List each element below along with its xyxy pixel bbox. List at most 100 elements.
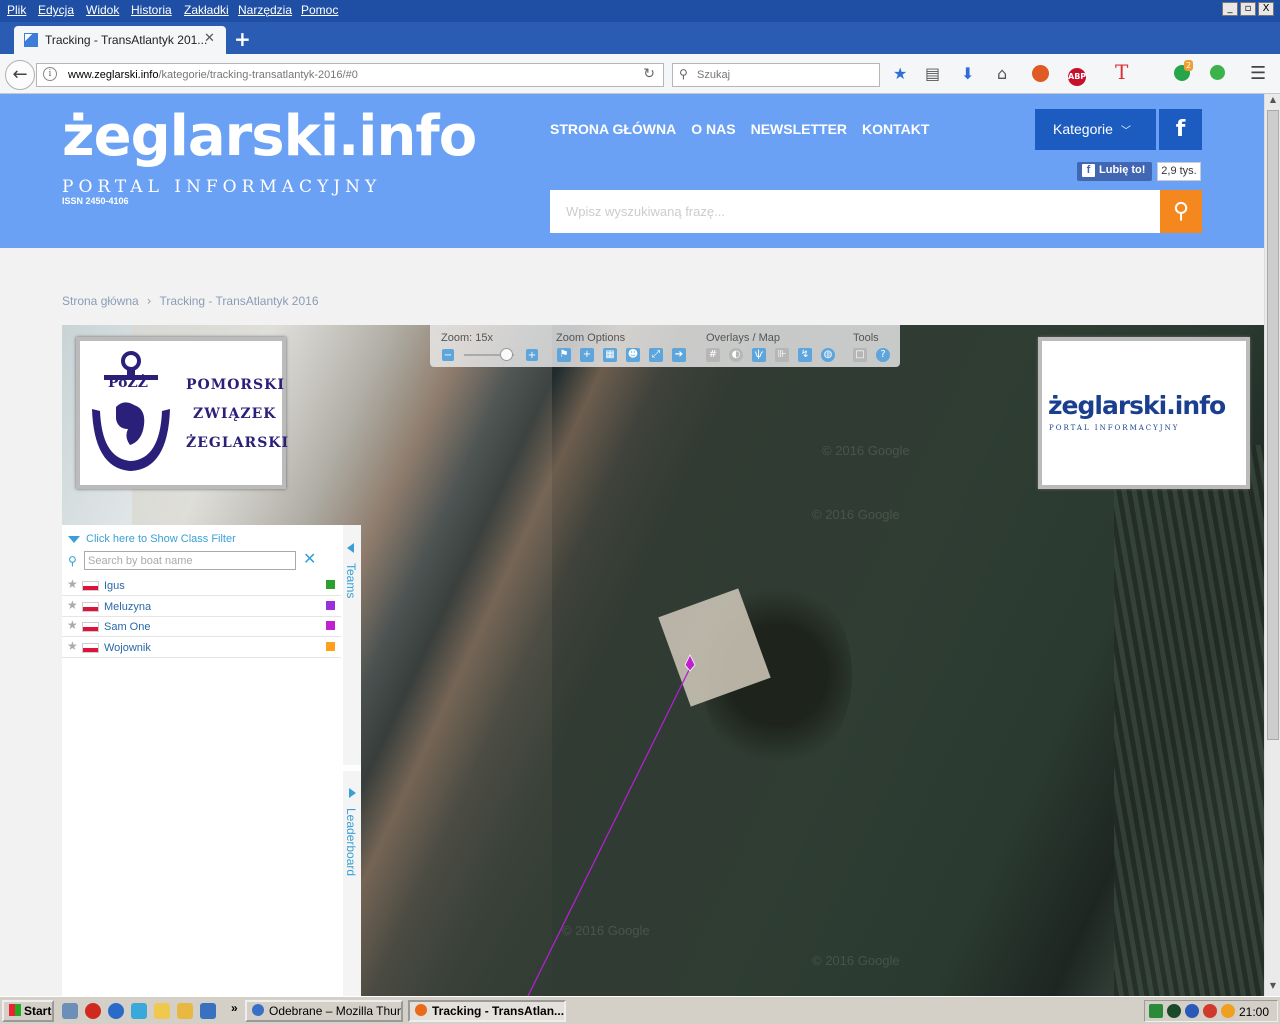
minimize-button[interactable]: _ [1222, 2, 1238, 16]
favorite-star-icon[interactable]: ★ [67, 577, 78, 591]
boat-name[interactable]: Sam One [104, 621, 150, 633]
boat-name[interactable]: Igus [104, 580, 125, 592]
start-button[interactable]: Start [2, 1000, 54, 1022]
menu-tools[interactable]: Narzędzia [238, 3, 292, 17]
boat-name[interactable]: Meluzyna [104, 601, 151, 613]
check-icon[interactable] [1210, 65, 1225, 80]
zoom-in-button[interactable]: + [526, 349, 538, 361]
folder-icon[interactable] [154, 1003, 170, 1019]
sail-favicon-icon [24, 33, 38, 47]
zoom-slider-handle[interactable] [500, 348, 513, 361]
favorite-star-icon[interactable]: ★ [67, 618, 78, 632]
taskbar-more[interactable]: » [231, 1001, 238, 1015]
boat-search-input[interactable] [84, 551, 296, 570]
site-search-input[interactable]: Wpisz wyszukiwaną frazę... [550, 190, 1160, 233]
tool-checkbox[interactable]: □ [853, 348, 867, 362]
site-search-button[interactable]: ⚲ [1160, 190, 1202, 233]
close-window-button[interactable]: X [1258, 2, 1274, 16]
clear-search-icon[interactable]: ✕ [303, 549, 316, 568]
nav-contact[interactable]: KONTAKT [862, 121, 929, 137]
boat-row[interactable]: ★ Igus [62, 575, 341, 596]
nav-about[interactable]: O NAS [691, 121, 735, 137]
app-4-icon[interactable] [200, 1003, 216, 1019]
boat-name[interactable]: Wojownik [104, 642, 151, 654]
boat-row[interactable]: ★ Sam One [62, 616, 341, 637]
site-logo[interactable]: żeglarski.info [62, 104, 477, 169]
restore-button[interactable]: ▫ [1240, 2, 1256, 16]
favorite-star-icon[interactable]: ★ [67, 598, 78, 612]
task-thunderbird[interactable]: Odebrane – Mozilla Thun... [245, 1000, 403, 1022]
overlays-map-label: Overlays / Map [706, 332, 780, 344]
globe-icon[interactable]: ◍ [821, 348, 835, 362]
app-quicklaunch-icon[interactable] [131, 1003, 147, 1019]
update-icon[interactable] [1221, 1004, 1235, 1018]
hamburger-menu-icon[interactable]: ☰ [1250, 65, 1266, 83]
security-icon[interactable] [1185, 1004, 1199, 1018]
fb-like-button[interactable]: f Lubię to! [1077, 162, 1152, 181]
boat-marker-icon[interactable] [684, 654, 696, 672]
facebook-button[interactable]: f [1159, 109, 1202, 150]
favorite-star-icon[interactable]: ★ [67, 639, 78, 653]
leaderboard-tab[interactable]: Leaderboard [343, 771, 361, 996]
zoom-to-fit-icon[interactable]: + [580, 348, 594, 362]
tracking-map[interactable]: © 2016 Google © 2016 Google © 2016 Googl… [62, 325, 1264, 996]
network-icon[interactable] [1149, 1004, 1163, 1018]
menu-help[interactable]: Pomoc [301, 3, 338, 17]
bookmark-star-icon[interactable]: ★ [893, 65, 907, 83]
wind-overlay-icon[interactable]: ѱ [752, 348, 766, 362]
browser-search-box[interactable]: ⚲ Szukaj [672, 63, 880, 87]
menu-view[interactable]: Widok [86, 3, 119, 17]
sponsor-zeglarski-logo[interactable]: żeglarski.info PORTAL INFORMACYJNY [1038, 337, 1250, 489]
browser-quicklaunch-icon[interactable] [108, 1003, 124, 1019]
menu-history[interactable]: Historia [131, 3, 172, 17]
zoom-out-button[interactable]: − [442, 349, 454, 361]
reload-icon[interactable]: ↻ [643, 66, 655, 82]
folder-icon[interactable] [177, 1003, 193, 1019]
nav-home[interactable]: STRONA GŁÓWNA [550, 121, 676, 137]
new-tab-button[interactable]: + [234, 27, 251, 51]
categories-button[interactable]: Kategorie ﹀ [1035, 109, 1156, 150]
back-button[interactable]: ← [5, 60, 35, 90]
nav-newsletter[interactable]: NEWSLETTER [751, 121, 847, 137]
translate-t-icon[interactable]: T [1115, 62, 1128, 82]
tools-label: Tools [853, 332, 879, 344]
flag-icon[interactable]: ⚑ [557, 348, 571, 362]
track-overlay-icon[interactable]: ↯ [798, 348, 812, 362]
boat-row[interactable]: ★ Wojownik [62, 637, 341, 658]
follow-boat-icon[interactable]: ➔ [672, 348, 686, 362]
zoom-fleet-icon[interactable]: ☻ [626, 348, 640, 362]
breadcrumb-home[interactable]: Strona główna [62, 294, 139, 308]
menu-bookmarks[interactable]: Zakładki [184, 3, 229, 17]
teams-tab[interactable]: Teams [343, 525, 361, 765]
class-filter-toggle[interactable]: Click here to Show Class Filter [68, 533, 236, 545]
measure-icon[interactable]: ⊪ [775, 348, 789, 362]
scrollbar-thumb[interactable] [1267, 110, 1279, 740]
zoom-region-icon[interactable]: ▦ [603, 348, 617, 362]
page-scrollbar[interactable]: ▲ ▼ [1264, 94, 1280, 996]
duckduckgo-icon[interactable] [1032, 65, 1049, 82]
bookmarks-list-icon[interactable]: ▤ [925, 65, 940, 83]
contrast-icon[interactable]: ◐ [729, 348, 743, 362]
grid-overlay-icon[interactable]: # [706, 348, 720, 362]
info-icon[interactable]: i [43, 67, 57, 81]
downloads-icon[interactable]: ⬇ [961, 65, 974, 83]
sync-icon[interactable] [1203, 1004, 1217, 1018]
menu-edit[interactable]: Edycja [38, 3, 74, 17]
adblock-plus-icon[interactable]: ABP [1068, 68, 1086, 86]
home-icon[interactable]: ⌂ [997, 65, 1007, 83]
task-firefox[interactable]: Tracking - TransAtlan... [408, 1000, 566, 1022]
tab-tracking[interactable]: Tracking - TransAtlantyk 201... ✕ [14, 26, 226, 54]
scroll-up-arrow-icon[interactable]: ▲ [1267, 95, 1279, 109]
sponsor-pozz-logo[interactable]: PoZŻ POMORSKI ZWIĄZEK ŻEGLARSKI [76, 337, 288, 489]
scroll-down-arrow-icon[interactable]: ▼ [1267, 981, 1279, 995]
vpn-icon[interactable] [1167, 1004, 1181, 1018]
help-icon[interactable]: ? [876, 348, 890, 362]
fullscreen-icon[interactable]: ⤢ [649, 348, 663, 362]
bug-app-icon[interactable] [85, 1003, 101, 1019]
close-tab-icon[interactable]: ✕ [204, 31, 215, 46]
boat-row[interactable]: ★ Meluzyna [62, 596, 341, 617]
url-bar[interactable]: i www.zeglarski.info/kategorie/tracking-… [36, 63, 664, 87]
show-desktop-icon[interactable] [62, 1003, 78, 1019]
breadcrumb-current[interactable]: Tracking - TransAtlantyk 2016 [160, 294, 319, 308]
menu-file[interactable]: Plik [7, 3, 26, 17]
